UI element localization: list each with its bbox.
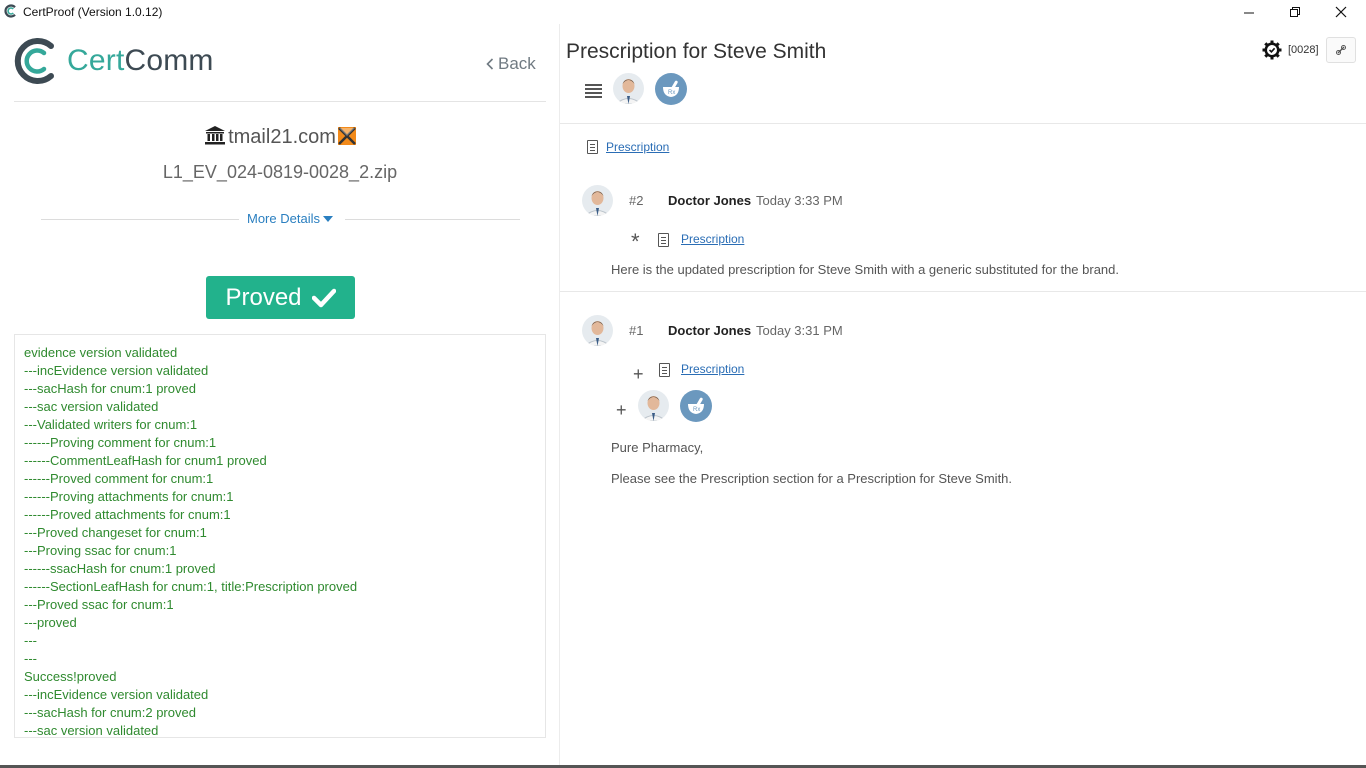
status-label: Proved	[225, 283, 302, 311]
log-line: ---	[24, 633, 37, 648]
log-line: ---Validated writers for cnum:1	[24, 417, 198, 432]
log-line: ------Proved comment for cnum:1	[24, 471, 214, 486]
attachment-link-prescription[interactable]: Prescription	[681, 232, 744, 246]
doctor-portrait-icon	[638, 390, 669, 421]
doctor-portrait-icon	[582, 185, 613, 216]
caret-down-icon	[322, 216, 333, 222]
cnum-label: [0028]	[1288, 44, 1319, 56]
app-logo-icon	[4, 4, 16, 18]
svg-text:Rx: Rx	[693, 407, 700, 413]
entry-body: Here is the updated prescription for Ste…	[611, 262, 1119, 277]
restore-button[interactable]	[1272, 0, 1318, 24]
entry-author: Doctor Jones	[668, 323, 752, 338]
entry-number: #1	[629, 323, 644, 338]
doctor-avatar[interactable]	[638, 390, 669, 421]
checkmark-icon	[311, 288, 336, 307]
attachment-link-prescription[interactable]: Prescription	[681, 362, 744, 376]
entry-author: Doctor Jones	[668, 193, 752, 208]
doctor-avatar[interactable]	[582, 185, 613, 216]
proved-status-button[interactable]: Proved	[206, 276, 355, 319]
document-icon	[658, 233, 669, 247]
document-icon	[659, 363, 670, 377]
log-line: ------CommentLeafHash for cnum1 proved	[24, 453, 267, 468]
domain-name: tmail21.com	[228, 126, 336, 148]
document-icon	[587, 140, 598, 154]
page-title: Prescription for Steve Smith	[566, 40, 827, 63]
minimize-button[interactable]	[1226, 0, 1272, 24]
added-plus-icon: +	[616, 400, 627, 420]
certcomm-logo-icon	[14, 38, 54, 84]
back-label: Back	[498, 54, 536, 73]
close-icon	[1335, 6, 1347, 18]
doctor-portrait-icon	[613, 73, 644, 104]
entry-body: Pure Pharmacy,	[611, 440, 704, 455]
log-line: ------Proving comment for cnum:1	[24, 435, 217, 450]
verified-gear-icon[interactable]	[1262, 40, 1282, 60]
close-button[interactable]	[1318, 0, 1364, 24]
mail-x-icon	[337, 127, 356, 145]
window-title: CertProof (Version 1.0.12)	[23, 5, 163, 19]
doctor-portrait-icon	[582, 315, 613, 346]
log-line: ---sac version validated	[24, 723, 159, 738]
entry-time: Today 3:31 PM	[756, 323, 843, 338]
title-bar: CertProof (Version 1.0.12)	[0, 0, 1366, 24]
divider	[560, 123, 1366, 124]
log-line: ---Proved changeset for cnum:1	[24, 525, 207, 540]
modified-asterisk-icon: *	[631, 229, 640, 254]
brand-name: CertComm	[67, 44, 214, 77]
entry-body: Please see the Prescription section for …	[611, 471, 1013, 486]
entry-time: Today 3:33 PM	[756, 193, 843, 208]
evidence-domain: tmail21.com	[0, 125, 560, 149]
divider	[14, 101, 546, 102]
doctor-avatar[interactable]	[613, 73, 644, 104]
pharmacy-avatar[interactable]: Rx	[655, 73, 687, 105]
mortar-pestle-icon: Rx	[663, 80, 679, 97]
log-line: ------Proved attachments for cnum:1	[24, 507, 231, 522]
unlink-button[interactable]	[1326, 37, 1356, 63]
mortar-pestle-icon: Rx	[688, 397, 704, 414]
log-line: Success!proved	[24, 669, 117, 684]
log-line: ---sacHash for cnum:2 proved	[24, 705, 196, 720]
doctor-avatar[interactable]	[582, 315, 613, 346]
log-line: ------Proving attachments for cnum:1	[24, 489, 234, 504]
log-line: ---incEvidence version validated	[24, 687, 209, 702]
log-line: ---Proving ssac for cnum:1	[24, 543, 177, 558]
log-line: ------ssacHash for cnum:1 proved	[24, 561, 216, 576]
chevron-left-icon	[486, 58, 494, 70]
log-line: ---Proved ssac for cnum:1	[24, 597, 174, 612]
proof-log[interactable]: evidence version validated ---incEvidence…	[14, 334, 546, 738]
divider	[41, 219, 239, 220]
restore-icon	[1289, 6, 1300, 17]
log-line: ------SectionLeafHash for cnum:1, title:…	[24, 579, 358, 594]
more-details-toggle[interactable]: More Details	[247, 211, 333, 226]
log-line: ---proved	[24, 615, 77, 630]
divider	[345, 219, 520, 220]
log-line: ---sac version validated	[24, 399, 159, 414]
proof-panel: CertComm Back tmail21.com L1_EV_024-0819…	[0, 24, 560, 768]
minimize-icon	[1243, 12, 1254, 13]
unlink-icon	[1336, 45, 1346, 55]
bank-icon	[205, 126, 226, 145]
back-button[interactable]: Back	[486, 54, 536, 74]
conversation-panel: Prescription for Steve Smith [0028] Rx P…	[560, 24, 1366, 768]
log-line: ---sacHash for cnum:1 proved	[24, 381, 196, 396]
section-link-prescription[interactable]: Prescription	[606, 140, 669, 154]
entry-number: #2	[629, 193, 644, 208]
menu-icon[interactable]	[585, 84, 602, 98]
added-plus-icon: +	[633, 364, 644, 384]
log-line: ---incEvidence version validated	[24, 363, 209, 378]
pharmacy-avatar[interactable]: Rx	[680, 390, 712, 422]
log-line: evidence version validated	[24, 345, 178, 360]
evidence-filename: L1_EV_024-0819-0028_2.zip	[162, 162, 398, 182]
log-line: ---	[24, 651, 37, 666]
svg-text:Rx: Rx	[668, 90, 675, 96]
divider	[560, 291, 1366, 292]
